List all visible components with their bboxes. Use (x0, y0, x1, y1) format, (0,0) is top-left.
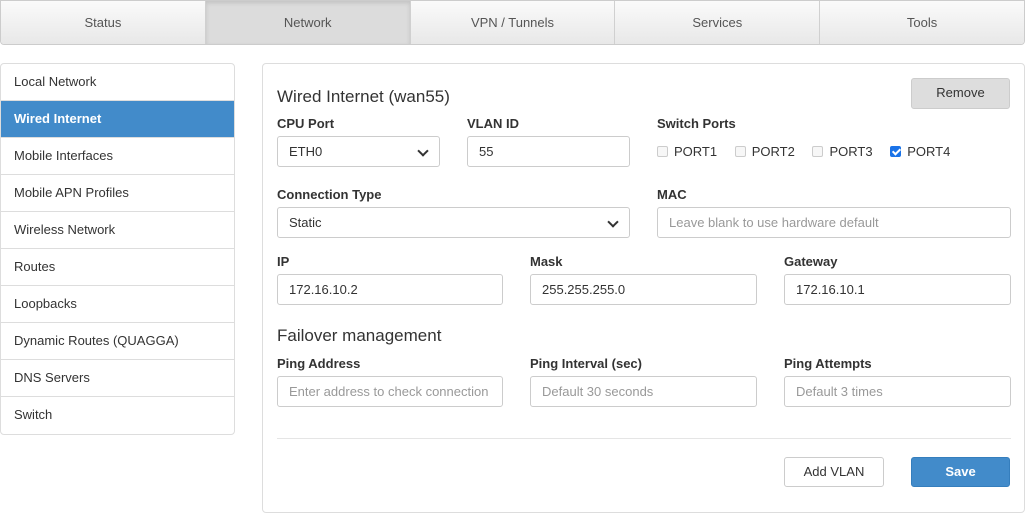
sidebar-item-loopbacks[interactable]: Loopbacks (1, 286, 234, 323)
switch-ports-group: PORT1 PORT2 PORT3 PORT4 (657, 144, 964, 159)
tab-tools[interactable]: Tools (820, 1, 1024, 44)
page-title: Wired Internet (wan55) (277, 87, 450, 106)
checkbox-icon (812, 146, 824, 157)
vlan-id-input[interactable]: 55 (467, 136, 630, 167)
sidebar-item-local-network[interactable]: Local Network (1, 64, 234, 101)
port4-label: PORT4 (907, 144, 951, 159)
port3-checkbox[interactable]: PORT3 (812, 144, 873, 159)
cpu-port-label: CPU Port (277, 116, 335, 131)
mask-input[interactable]: 255.255.255.0 (530, 274, 757, 305)
ping-attempts-input[interactable]: Default 3 times (784, 376, 1011, 407)
top-nav-tabs: Status Network VPN / Tunnels Services To… (0, 0, 1025, 45)
tab-services[interactable]: Services (615, 1, 821, 44)
port1-checkbox[interactable]: PORT1 (657, 144, 717, 159)
ping-interval-input[interactable]: Default 30 seconds (530, 376, 757, 407)
ping-address-label: Ping Address (277, 356, 361, 371)
mac-label: MAC (657, 187, 687, 202)
connection-type-select[interactable]: Static (277, 207, 630, 238)
checkbox-checked-icon (890, 146, 902, 157)
gateway-label: Gateway (784, 254, 838, 269)
ping-address-input[interactable]: Enter address to check connection (277, 376, 503, 407)
add-vlan-button[interactable]: Add VLAN (784, 457, 884, 487)
tab-vpn-tunnels[interactable]: VPN / Tunnels (410, 1, 616, 44)
checkbox-icon (734, 146, 746, 157)
connection-type-value: Static (289, 215, 322, 230)
sidebar-item-wireless-network[interactable]: Wireless Network (1, 212, 234, 249)
failover-title: Failover management (277, 326, 442, 345)
mac-input[interactable]: Leave blank to use hardware default (657, 207, 1011, 238)
ip-label: IP (277, 254, 290, 269)
ip-input[interactable]: 172.16.10.2 (277, 274, 503, 305)
connection-type-label: Connection Type (277, 187, 382, 202)
remove-button[interactable]: Remove (911, 78, 1010, 109)
divider (277, 438, 1011, 439)
tab-status[interactable]: Status (1, 1, 206, 44)
sidebar-item-mobile-apn-profiles[interactable]: Mobile APN Profiles (1, 175, 234, 212)
sidebar-item-routes[interactable]: Routes (1, 249, 234, 286)
cpu-port-select[interactable]: ETH0 (277, 136, 440, 167)
sidebar-item-dynamic-routes[interactable]: Dynamic Routes (QUAGGA) (1, 323, 234, 360)
save-button[interactable]: Save (911, 457, 1010, 487)
port4-checkbox[interactable]: PORT4 (890, 144, 950, 159)
switch-ports-label: Switch Ports (657, 116, 736, 131)
gateway-input[interactable]: 172.16.10.1 (784, 274, 1011, 305)
wired-internet-panel: Wired Internet (wan55) Remove CPU Port E… (262, 63, 1025, 513)
checkbox-icon (657, 146, 668, 157)
port2-label: PORT2 (751, 144, 795, 159)
vlan-id-label: VLAN ID (467, 116, 519, 131)
port2-checkbox[interactable]: PORT2 (734, 144, 795, 159)
port3-label: PORT3 (829, 144, 873, 159)
ping-interval-label: Ping Interval (sec) (530, 356, 642, 371)
mask-label: Mask (530, 254, 563, 269)
sidebar-item-switch[interactable]: Switch (1, 397, 234, 434)
port1-label: PORT1 (674, 144, 718, 159)
sidebar-item-dns-servers[interactable]: DNS Servers (1, 360, 234, 397)
sidebar-item-wired-internet[interactable]: Wired Internet (1, 101, 234, 138)
cpu-port-value: ETH0 (289, 144, 323, 159)
tab-network[interactable]: Network (205, 1, 411, 44)
sidebar-item-mobile-interfaces[interactable]: Mobile Interfaces (1, 138, 234, 175)
sidebar: Local Network Wired Internet Mobile Inte… (0, 63, 235, 435)
ping-attempts-label: Ping Attempts (784, 356, 872, 371)
